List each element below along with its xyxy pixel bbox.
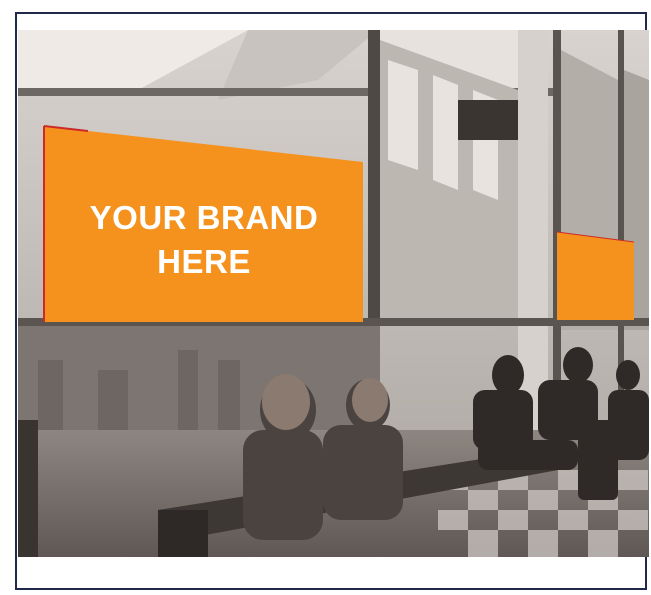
brand-line-1: YOUR BRAND — [89, 199, 319, 236]
secondary-ad-panel — [557, 232, 634, 320]
brand-placeholder-text: YOUR BRAND HERE — [44, 196, 364, 284]
photo-illustration — [18, 30, 649, 557]
station-photo — [18, 30, 649, 557]
brand-line-2: HERE — [157, 243, 251, 280]
